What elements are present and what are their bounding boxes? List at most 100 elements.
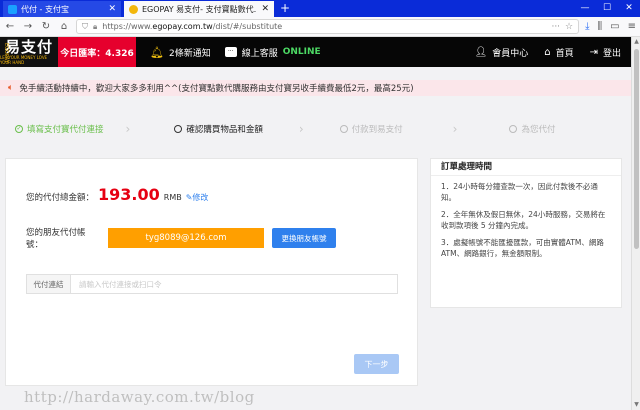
progress-steps: ✓ 填寫支付寶代付連接 › 確認購買物品和金額 › 付款到易支付 › 為您代付 (0, 122, 631, 136)
browser-nav-bar: ← → ↻ ⌂ ⛉ 🔒︎ https://www.egopay.com.tw/d… (0, 17, 640, 37)
scroll-down-icon[interactable]: ▼ (632, 400, 640, 410)
alipay-favicon-icon (8, 4, 17, 14)
total-label: 您的代付總金額： (26, 193, 95, 203)
home-icon[interactable]: ⌂ (58, 21, 70, 32)
logout-link[interactable]: ⇥ 登出 (590, 46, 621, 59)
change-friend-account-button[interactable]: 更換朋友帳號 (272, 228, 336, 248)
sidebar-icon[interactable]: ▭ (610, 21, 619, 32)
step-label: 付款到易支付 (351, 125, 403, 135)
download-icon[interactable]: ⤓ (585, 21, 589, 32)
step-4: 為您代付 (509, 123, 556, 135)
tab-title: 代付 - 支付宝 (21, 4, 69, 14)
scroll-up-icon[interactable]: ▲ (632, 37, 640, 47)
member-center-label: 會員中心 (492, 48, 529, 59)
tab-egopay[interactable]: EGOPAY 易支付- 支付寶點數代… ✕ (124, 1, 274, 17)
side-card-title: 訂單處理時間 (431, 159, 621, 176)
logout-label: 登出 (602, 48, 621, 59)
egopay-logo[interactable]: EGOPAY 易支付 LET YOUR MONEY LOVE YOUR HAND (0, 37, 58, 67)
tab-alipay[interactable]: 代付 - 支付宝 ✕ (3, 1, 121, 17)
currency-label: RMB (163, 193, 182, 202)
chevron-right-icon: › (298, 122, 304, 136)
chevron-right-icon: › (452, 122, 458, 136)
circle-icon (174, 125, 183, 133)
shield-icon: ⛉ (82, 21, 88, 31)
payment-link-field: 代付連結 (26, 274, 398, 294)
step-label: 為您代付 (521, 125, 556, 135)
circle-icon (509, 125, 518, 133)
toolbar-icons: ⤓ ⫼ ▭ ≡ (585, 21, 636, 32)
edit-amount-link[interactable]: ✎修改 (186, 192, 209, 203)
dots-icon[interactable]: ··· (551, 22, 560, 32)
page-scrollbar[interactable]: ▲ ▼ (631, 37, 640, 410)
url-text: https://www.egopay.com.tw/dist/#/substit… (102, 22, 546, 31)
egopay-favicon-icon (129, 4, 138, 14)
tab-title: EGOPAY 易支付- 支付寶點數代… (142, 4, 258, 14)
notice-bar: 🔈︎ 免手續活動持續中，歡迎大家多多利用^^(支付寶點數代購服務由支付寶另收手續… (0, 80, 631, 96)
url-bar[interactable]: ⛉ 🔒︎ https://www.egopay.com.tw/dist/#/su… (76, 19, 580, 34)
friend-account-value: tyg8089@126.com (108, 228, 264, 248)
home-icon: ⌂ (544, 46, 551, 58)
home-link[interactable]: ⌂ 首頁 (544, 46, 573, 59)
close-icon[interactable]: ✕ (108, 4, 116, 14)
library-icon[interactable]: ⫼ (598, 21, 603, 32)
step-label: 填寫支付寶代付連接 (27, 125, 104, 135)
header-right-nav: 👤︎ 會員中心 ⌂ 首頁 ⇥ 登出 (475, 46, 632, 59)
edit-label: 修改 (192, 193, 209, 202)
speaker-icon: 🔈︎ (8, 83, 14, 93)
circle-icon (339, 125, 348, 133)
order-processing-card: 訂單處理時間 1．24小時每分鐘查款一次，因此付款後不必通知。 2．全年無休及假… (430, 158, 622, 308)
friend-account-row: 您的朋友代付帳號： tyg8089@126.com 更換朋友帳號 (26, 226, 336, 250)
new-tab-button[interactable]: + (280, 1, 290, 17)
chevron-right-icon: › (125, 122, 131, 136)
forward-arrow-icon[interactable]: → (22, 21, 34, 32)
logout-icon: ⇥ (589, 46, 598, 58)
notifications-link[interactable]: 🔔︎ 2條新通知 (150, 46, 211, 59)
back-arrow-icon[interactable]: ← (4, 21, 16, 32)
close-icon[interactable]: ✕ (261, 4, 269, 14)
step-1: ✓ 填寫支付寶代付連接 (15, 123, 104, 135)
scrollbar-thumb[interactable] (634, 49, 639, 249)
notifications-label: 2條新通知 (168, 48, 211, 59)
order-form-card: 您的代付總金額： 193.00 RMB ✎修改 您的朋友代付帳號： tyg808… (5, 158, 418, 386)
total-amount: 193.00 (98, 185, 160, 204)
logo-side-text: EGOPAY (3, 43, 9, 63)
browser-tab-bar: 代付 - 支付宝 ✕ EGOPAY 易支付- 支付寶點數代… ✕ + — ☐ ✕ (0, 0, 640, 17)
check-icon: ✓ (15, 125, 23, 133)
support-label: 線上客服 (241, 48, 278, 59)
watermark: http://hardaway.com.tw/blog (24, 388, 255, 406)
list-item: 1．24小時每分鐘查款一次，因此付款後不必通知。 (441, 182, 598, 202)
url-prefix: https://www. (102, 22, 153, 31)
url-path: /dist/#/substitute (212, 22, 283, 31)
friend-account-label: 您的朋友代付帳號： (26, 228, 86, 250)
exchange-rate-badge: 今日匯率：4.326 (58, 37, 136, 67)
minimize-icon[interactable]: — (574, 0, 596, 17)
page-viewport: EGOPAY 易支付 LET YOUR MONEY LOVE YOUR HAND… (0, 37, 631, 410)
lock-icon: 🔒︎ (93, 21, 98, 31)
menu-icon[interactable]: ≡ (628, 21, 636, 32)
next-step-button[interactable]: 下一步 (354, 354, 399, 374)
step-3: 付款到易支付 (339, 123, 403, 135)
step-2: 確認購買物品和金額 (174, 123, 263, 135)
step-label: 確認購買物品和金額 (186, 125, 263, 135)
processing-info-list: 1．24小時每分鐘查款一次，因此付款後不必通知。 2．全年無休及假日無休，24小… (431, 176, 621, 270)
support-status: ONLINE (282, 47, 321, 57)
user-icon: 👤︎ (474, 46, 488, 58)
url-domain: egopay.com.tw (152, 22, 213, 31)
payment-link-label: 代付連結 (27, 275, 71, 293)
member-center-link[interactable]: 👤︎ 會員中心 (475, 46, 529, 59)
payment-link-input[interactable] (71, 275, 397, 293)
home-label: 首頁 (555, 48, 574, 59)
bell-icon: 🔔︎ (150, 45, 164, 59)
online-support-link[interactable]: ··· 線上客服 ONLINE (224, 46, 321, 59)
notice-text: 免手續活動持續中，歡迎大家多多利用^^(支付寶點數代購服務由支付寶另收手續費最低… (19, 84, 414, 94)
close-window-icon[interactable]: ✕ (618, 0, 640, 17)
reload-icon[interactable]: ↻ (40, 21, 52, 32)
site-header: EGOPAY 易支付 LET YOUR MONEY LOVE YOUR HAND… (0, 37, 631, 67)
logo-text: 易支付 (4, 38, 53, 56)
total-amount-row: 您的代付總金額： 193.00 RMB ✎修改 (26, 185, 208, 204)
bookmark-star-icon[interactable]: ☆ (565, 22, 573, 32)
window-controls: — ☐ ✕ (574, 0, 640, 17)
maximize-icon[interactable]: ☐ (596, 0, 618, 17)
chat-icon: ··· (224, 47, 237, 57)
list-item: 3．處擬帳號不能匯擾匯款，可由實體ATM、網路ATM、網路銀行，無金額限制。 (441, 238, 604, 258)
